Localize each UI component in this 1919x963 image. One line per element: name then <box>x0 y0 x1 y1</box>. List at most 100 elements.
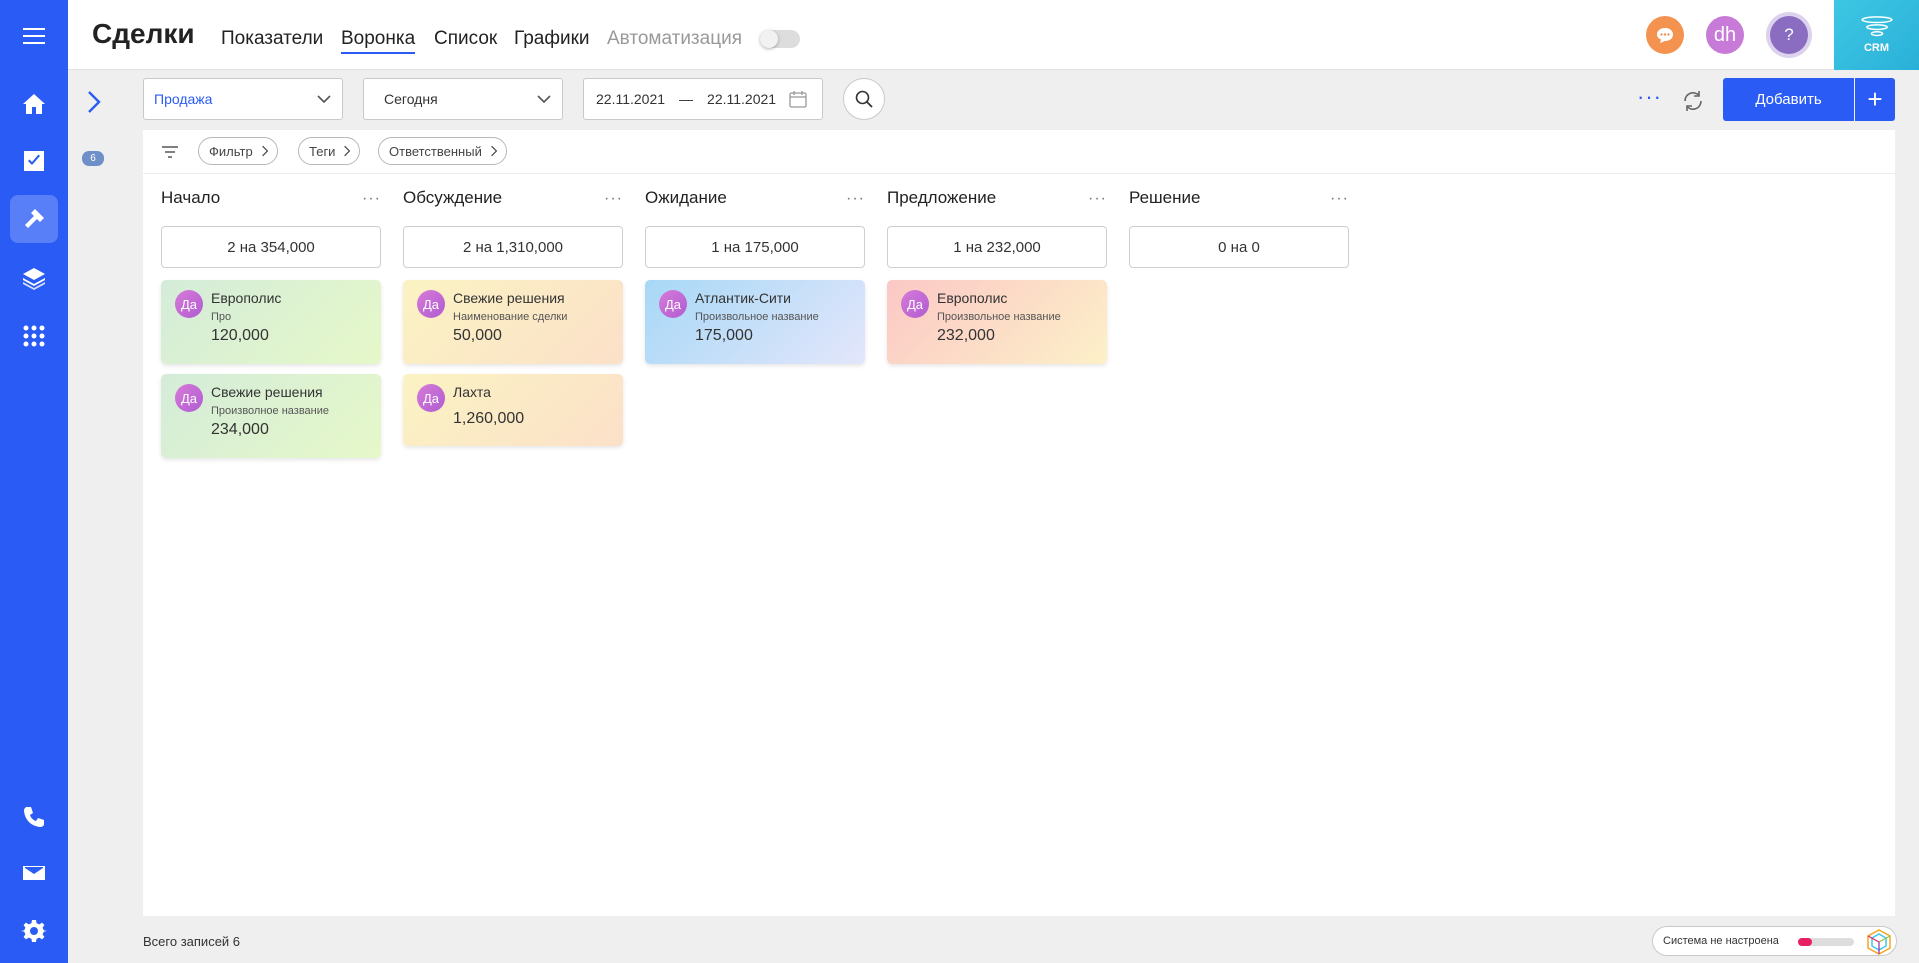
chevron-right-icon <box>344 145 351 157</box>
deal-amount: 234,000 <box>211 421 269 438</box>
deal-card[interactable]: Да Атлантик-Сити Произвольное название 175,… <box>645 280 865 364</box>
system-status-label: Система не настроена <box>1663 935 1779 947</box>
avatar: Да <box>901 290 929 318</box>
period-select-value: Сегодня <box>384 91 438 107</box>
avatar: Да <box>659 290 687 318</box>
deals-icon[interactable] <box>10 195 58 243</box>
column-menu-button[interactable]: ··· <box>604 190 623 208</box>
tasks-icon[interactable] <box>10 137 58 185</box>
more-actions-button[interactable]: ··· <box>1637 86 1662 108</box>
avatar: Да <box>175 384 203 412</box>
setup-progress-bar <box>1798 938 1854 946</box>
kanban-column: Предложение ··· 1 на 232,000 Да Европолис Про… <box>887 188 1107 364</box>
counter-badge: 6 <box>82 151 104 166</box>
total-records: Всего записей 6 <box>143 934 241 949</box>
date-to: 22.11.2021 <box>707 91 777 107</box>
deal-name: Европолис <box>211 290 282 306</box>
column-summary[interactable]: 2 на 1,310,000 <box>403 226 623 268</box>
tab-charts[interactable]: Графики <box>514 28 590 50</box>
expand-sidebar-icon[interactable] <box>82 88 106 116</box>
filter-icon[interactable] <box>161 144 179 160</box>
kanban-column: Обсуждение ··· 2 на 1,310,000 Да Свежие реше… <box>403 188 623 446</box>
column-menu-button[interactable]: ··· <box>362 190 381 208</box>
add-dropdown-button[interactable]: + <box>1855 78 1895 121</box>
deal-name: Лахта <box>453 384 491 400</box>
column-summary[interactable]: 0 на 0 <box>1129 226 1349 268</box>
automation-toggle[interactable] <box>760 30 800 48</box>
deal-card[interactable]: Да Лахта 1,260,000 <box>403 374 623 446</box>
column-summary[interactable]: 1 на 232,000 <box>887 226 1107 268</box>
pipeline-select[interactable]: Продажа <box>143 78 343 120</box>
settings-icon[interactable] <box>10 907 58 955</box>
deal-name: Европолис <box>937 290 1008 306</box>
tags-chip-label: Теги <box>309 143 336 159</box>
avatar: Да <box>417 384 445 412</box>
deal-subtitle: Про <box>211 311 232 323</box>
tab-automation[interactable]: Автоматизация <box>607 28 742 50</box>
phone-icon[interactable] <box>10 793 58 841</box>
crm-funnel-icon <box>1860 16 1893 37</box>
deal-subtitle: Произвольное название <box>937 311 1061 323</box>
deal-card[interactable]: Да Европолис Про 120,000 <box>161 280 381 364</box>
search-icon <box>855 90 873 108</box>
toggle-knob <box>760 30 778 48</box>
search-button[interactable] <box>843 78 885 120</box>
column-summary[interactable]: 2 на 354,000 <box>161 226 381 268</box>
layers-icon[interactable] <box>10 254 58 302</box>
help-button[interactable]: ? <box>1770 16 1808 54</box>
tab-list[interactable]: Список <box>434 28 497 50</box>
home-icon[interactable] <box>10 80 58 128</box>
page-title: Сделки <box>92 18 195 49</box>
deal-amount: 1,260,000 <box>453 410 525 427</box>
deal-subtitle: Наименование сделки <box>453 311 568 323</box>
deal-card[interactable]: Да Европолис Произвольное название 232,000 <box>887 280 1107 364</box>
filter-chip[interactable]: Фильтр <box>198 137 278 165</box>
mail-icon[interactable] <box>10 849 58 897</box>
column-summary[interactable]: 1 на 175,000 <box>645 226 865 268</box>
period-select[interactable]: Сегодня <box>363 78 563 120</box>
deal-amount: 175,000 <box>695 327 753 344</box>
chevron-right-icon <box>261 145 268 157</box>
column-title: Обсуждение <box>403 188 503 207</box>
avatar: Да <box>175 290 203 318</box>
chevron-down-icon <box>317 95 331 104</box>
crm-label: CRM <box>1863 42 1890 54</box>
deal-amount: 50,000 <box>453 327 502 344</box>
deal-subtitle: Произвольное название <box>695 311 819 323</box>
deal-amount: 232,000 <box>937 327 995 344</box>
deal-amount: 120,000 <box>211 327 269 344</box>
setup-progress-fill <box>1798 938 1812 946</box>
add-button[interactable]: Добавить <box>1723 78 1854 121</box>
date-from: 22.11.2021 <box>596 91 666 107</box>
crm-logo[interactable]: CRM <box>1834 0 1919 70</box>
date-range-field[interactable]: 22.11.2021 — 22.11.2021 <box>583 78 823 120</box>
menu-icon[interactable] <box>10 12 58 60</box>
kanban-board: Фильтр Теги Ответственный Начало ··· 2 на … <box>143 130 1895 916</box>
column-menu-button[interactable]: ··· <box>1330 190 1349 208</box>
pipeline-select-value: Продажа <box>154 91 213 107</box>
system-cube-icon <box>1867 929 1891 955</box>
apps-grid-icon[interactable] <box>10 312 58 360</box>
column-title: Начало <box>161 188 221 207</box>
column-title: Ожидание <box>645 188 727 207</box>
tags-chip[interactable]: Теги <box>298 137 361 165</box>
deal-name: Атлантик-Сити <box>695 290 792 306</box>
tab-funnel[interactable]: Воронка <box>341 28 416 54</box>
system-status[interactable]: Система не настроена <box>1652 926 1897 956</box>
deal-card[interactable]: Да Свежие решения Наименование сделки 50,00… <box>403 280 623 364</box>
calendar-icon[interactable] <box>788 89 808 109</box>
top-header: Сделки Показатели Воронка Список Графики… <box>68 0 1919 70</box>
responsible-chip-label: Ответственный <box>389 143 482 159</box>
responsible-chip[interactable]: Ответственный <box>378 137 507 165</box>
chat-button[interactable] <box>1646 16 1684 54</box>
refresh-icon[interactable] <box>1680 88 1706 114</box>
tab-indicators[interactable]: Показатели <box>221 28 323 50</box>
deal-card[interactable]: Да Свежие решения Произволное название 234,… <box>161 374 381 458</box>
kanban-column: Начало ··· 2 на 354,000 Да Европолис Про 120,0… <box>161 188 381 458</box>
user-avatar[interactable]: dh <box>1706 16 1744 54</box>
deal-name: Свежие решения <box>453 290 565 306</box>
column-menu-button[interactable]: ··· <box>1088 190 1107 208</box>
date-separator: — <box>679 91 694 107</box>
column-menu-button[interactable]: ··· <box>846 190 865 208</box>
kanban-column: Ожидание ··· 1 на 175,000 Да Атлантик-Сити Пр… <box>645 188 865 364</box>
